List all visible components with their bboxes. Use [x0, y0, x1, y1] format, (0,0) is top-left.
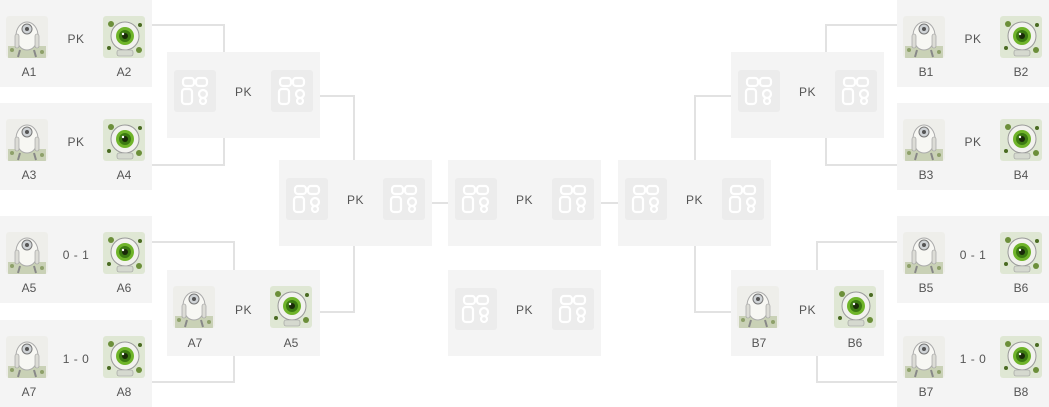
final-match: PK [448, 160, 601, 246]
left-first-round-match-4: 1 - 0 A7 A8 [0, 320, 152, 407]
placeholder-logo-icon [722, 178, 764, 220]
placeholder-logo-icon [552, 178, 594, 220]
player-name-left: A5 [21, 281, 37, 295]
left-second-round-top: PK [167, 52, 320, 138]
player-name-left: A1 [21, 65, 37, 79]
left-first-round-match-1: PK A1 A2 [0, 0, 152, 87]
player-avatar-green-robot[interactable] [834, 286, 876, 328]
right-second-round-bottom: PK B7 B6 [731, 270, 884, 356]
player-avatar-green-robot[interactable] [103, 119, 145, 161]
player-name-left: B1 [918, 65, 934, 79]
player-name-right: A4 [116, 168, 132, 182]
right-first-round-match-3: 0 - 1 B5 B6 [897, 216, 1049, 303]
match-center-label: PK [515, 303, 533, 317]
player-name-left: B5 [918, 281, 934, 295]
player-avatar-white-robot[interactable] [903, 119, 945, 161]
placeholder-logo-icon [738, 70, 780, 112]
player-name-left: A7 [21, 385, 37, 399]
player-name-right: B8 [1013, 385, 1029, 399]
match-center-label: PK [346, 193, 364, 207]
left-first-round-match-3: 0 - 1 A5 A6 [0, 216, 152, 303]
player-avatar-white-robot[interactable] [6, 16, 48, 58]
right-first-round-match-4: 1 - 0 B7 B8 [897, 320, 1049, 407]
match-center-label: 0 - 1 [62, 248, 90, 262]
player-avatar-white-robot[interactable] [173, 286, 215, 328]
match-center-label: PK [964, 135, 982, 149]
player-avatar-white-robot[interactable] [903, 16, 945, 58]
placeholder-logo-icon [455, 178, 497, 220]
left-first-round-match-2: PK A3 A4 [0, 103, 152, 190]
player-name-right: B6 [1013, 281, 1029, 295]
player-name-right: A2 [116, 65, 132, 79]
player-name-left: B7 [918, 385, 934, 399]
third-place-match: PK [448, 270, 601, 356]
match-center-label: PK [515, 193, 533, 207]
match-center-label: 0 - 1 [959, 248, 987, 262]
match-center-label: PK [67, 32, 85, 46]
match-center-label: PK [685, 193, 703, 207]
player-avatar-green-robot[interactable] [270, 286, 312, 328]
player-avatar-white-robot[interactable] [6, 232, 48, 274]
player-name-right: B2 [1013, 65, 1029, 79]
placeholder-logo-icon [174, 70, 216, 112]
player-name-left: B3 [918, 168, 934, 182]
player-avatar-green-robot[interactable] [1000, 119, 1042, 161]
player-avatar-white-robot[interactable] [6, 336, 48, 378]
player-avatar-green-robot[interactable] [103, 336, 145, 378]
player-avatar-white-robot[interactable] [737, 286, 779, 328]
player-name-right: A8 [116, 385, 132, 399]
match-center-label: PK [67, 135, 85, 149]
match-center-label: PK [798, 303, 816, 317]
player-name-right: A6 [116, 281, 132, 295]
match-center-label: 1 - 0 [62, 352, 90, 366]
player-avatar-green-robot[interactable] [1000, 232, 1042, 274]
right-first-round-match-2: PK B3 B4 [897, 103, 1049, 190]
placeholder-logo-icon [455, 288, 497, 330]
right-second-round-top: PK [731, 52, 884, 138]
player-name-left: A3 [21, 168, 37, 182]
left-second-round-bottom: PK A7 A5 [167, 270, 320, 356]
placeholder-logo-icon [625, 178, 667, 220]
player-name-right: B4 [1013, 168, 1029, 182]
tournament-bracket: PK A1 A2 PK A3 A4 0 - 1 A5 A6 1 - 0 A7 A8 PK B1 B2 PK B3… [0, 0, 1049, 407]
player-avatar-green-robot[interactable] [103, 16, 145, 58]
player-avatar-green-robot[interactable] [103, 232, 145, 274]
player-name-right: A5 [283, 336, 299, 350]
player-avatar-green-robot[interactable] [1000, 16, 1042, 58]
player-name-left: B7 [751, 336, 767, 350]
placeholder-logo-icon [383, 178, 425, 220]
placeholder-logo-icon [835, 70, 877, 112]
right-first-round-match-1: PK B1 B2 [897, 0, 1049, 87]
player-name-right: B6 [847, 336, 863, 350]
player-avatar-white-robot[interactable] [6, 119, 48, 161]
player-avatar-green-robot[interactable] [1000, 336, 1042, 378]
match-center-label: 1 - 0 [959, 352, 987, 366]
placeholder-logo-icon [271, 70, 313, 112]
placeholder-logo-icon [286, 178, 328, 220]
match-center-label: PK [234, 303, 252, 317]
player-avatar-white-robot[interactable] [903, 336, 945, 378]
right-semifinal: PK [618, 160, 771, 246]
match-center-label: PK [964, 32, 982, 46]
placeholder-logo-icon [552, 288, 594, 330]
player-name-left: A7 [187, 336, 203, 350]
player-avatar-white-robot[interactable] [903, 232, 945, 274]
match-center-label: PK [234, 85, 252, 99]
left-semifinal: PK [279, 160, 432, 246]
match-center-label: PK [798, 85, 816, 99]
